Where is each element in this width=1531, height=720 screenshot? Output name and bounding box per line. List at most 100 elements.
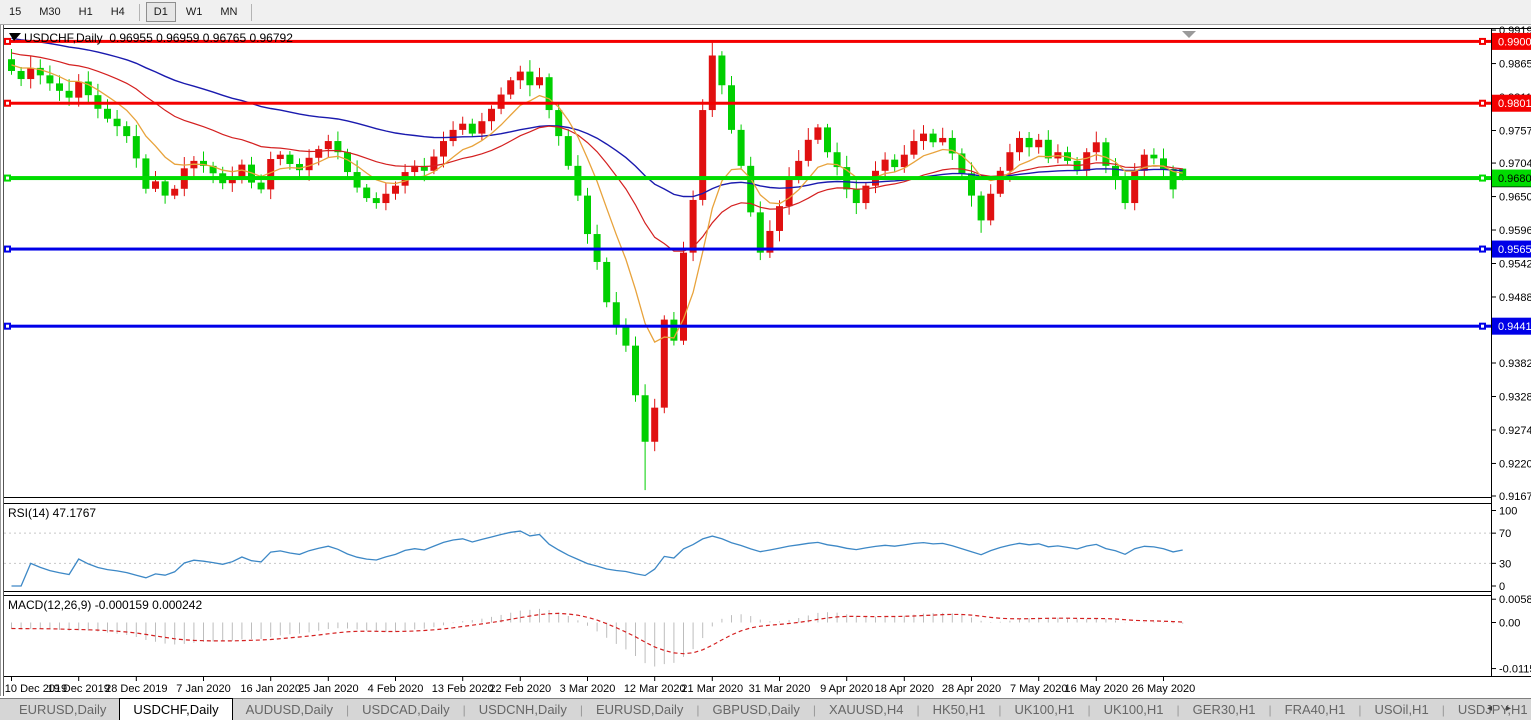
line-handle-center — [1481, 40, 1484, 43]
tab-usdchf-daily[interactable]: USDCHF,Daily — [119, 698, 232, 720]
candle-body — [104, 109, 111, 119]
ma-fast-line — [12, 65, 1183, 342]
tab-xauusd-h4[interactable]: XAUUSD,H4 — [816, 700, 916, 720]
candle-body — [459, 124, 466, 130]
toolbar-separator — [139, 4, 140, 21]
candle-body — [306, 158, 313, 170]
tab-ger30-h1[interactable]: GER30,H1 — [1180, 700, 1269, 720]
price-level-badge-label: 0.96803 — [1498, 173, 1531, 185]
candle-body — [939, 138, 946, 142]
tab-eurusd-daily[interactable]: EURUSD,Daily — [6, 700, 119, 720]
horizontal-line-object[interactable] — [4, 102, 1491, 105]
date-axis-label: 26 May 2020 — [1132, 683, 1196, 695]
candle-body — [478, 121, 485, 133]
line-handle-center — [1481, 325, 1484, 328]
macd-indicator-label: MACD(12,26,9) -0.000159 0.000242 — [8, 598, 202, 612]
candle-body — [123, 126, 130, 136]
timeframe-button-15[interactable]: 15 — [1, 2, 29, 22]
price-axis-label: 0.98650 — [1499, 59, 1531, 71]
candle-body — [1016, 138, 1023, 152]
candle-body — [1006, 152, 1013, 171]
tab-scroll-controls: ◂▸ — [1487, 703, 1525, 714]
candle-body — [469, 124, 476, 134]
candle-body — [75, 82, 82, 98]
timeframe-button-mn[interactable]: MN — [212, 2, 245, 22]
ma-mid-line — [12, 53, 1183, 251]
candle-body — [978, 196, 985, 221]
tab-audusd-daily[interactable]: AUDUSD,Daily — [233, 700, 346, 720]
date-axis-label: 28 Apr 2020 — [942, 683, 1001, 695]
tabs-scroll-left-icon[interactable]: ◂ — [1487, 703, 1506, 714]
candle-body — [373, 198, 380, 203]
tab-usdcad-daily[interactable]: USDCAD,Daily — [349, 700, 462, 720]
tab-hk50-h1[interactable]: HK50,H1 — [920, 700, 999, 720]
date-axis-label: 7 Jan 2020 — [176, 683, 230, 695]
line-handle-center — [1481, 248, 1484, 251]
candle-body — [1083, 152, 1090, 171]
candle-body — [901, 155, 908, 167]
tabs-scroll-right-icon[interactable]: ▸ — [1506, 703, 1525, 714]
candle-body — [882, 160, 889, 171]
candle-body — [1045, 140, 1052, 159]
candle-body — [738, 130, 745, 166]
terminal-window: 15M30H1H4D1W1MN 0.991900.986500.981100.9… — [0, 0, 1531, 720]
candle-body — [546, 77, 553, 110]
date-axis-label: 22 Feb 2020 — [489, 683, 551, 695]
price-axis-label: 0.97570 — [1499, 126, 1531, 138]
candle-body — [536, 77, 543, 85]
date-axis-label: 16 Jan 2020 — [240, 683, 301, 695]
candle-body — [776, 206, 783, 231]
candle-body — [997, 171, 1004, 194]
candle-body — [555, 110, 562, 136]
chart-surface[interactable]: 0.991900.986500.981100.975700.970450.965… — [0, 25, 1531, 720]
tab-uk100-h1[interactable]: UK100,H1 — [1091, 700, 1177, 720]
timeframe-button-h4[interactable]: H4 — [103, 2, 133, 22]
rsi-axis-label: 100 — [1499, 506, 1517, 518]
timeframe-button-m30[interactable]: M30 — [31, 2, 68, 22]
candle-body — [450, 130, 457, 141]
date-axis-label: 9 Apr 2020 — [820, 683, 873, 695]
timeframe-button-h1[interactable]: H1 — [71, 2, 101, 22]
macd-axis-label: 0.005818 — [1499, 594, 1531, 606]
tab-fra40-h1[interactable]: FRA40,H1 — [1272, 700, 1359, 720]
candle-body — [258, 183, 265, 190]
date-axis-label: 19 Dec 2019 — [48, 683, 110, 695]
tab-usoil-h1[interactable]: USOil,H1 — [1362, 700, 1442, 720]
rsi-axis-label: 70 — [1499, 528, 1511, 540]
candle-body — [133, 136, 140, 158]
price-axis-label: 0.94885 — [1499, 292, 1531, 304]
candle-body — [315, 149, 322, 158]
tab-uk100-h1[interactable]: UK100,H1 — [1001, 700, 1087, 720]
horizontal-line-object[interactable] — [4, 176, 1491, 180]
candle-body — [814, 127, 821, 139]
candle-body — [613, 302, 620, 327]
date-axis-label: 16 May 2020 — [1064, 683, 1128, 695]
candle-body — [853, 189, 860, 203]
horizontal-line-object[interactable] — [4, 248, 1491, 251]
price-axis-label: 0.95965 — [1499, 225, 1531, 237]
candle-body — [603, 262, 610, 302]
candle-body — [1150, 155, 1157, 159]
date-axis-label: 4 Feb 2020 — [368, 683, 424, 695]
price-axis-label: 0.92200 — [1499, 458, 1531, 470]
candle-body — [910, 141, 917, 155]
candle-body — [392, 186, 399, 194]
timeframe-button-w1[interactable]: W1 — [178, 2, 211, 22]
tab-gbpusd-daily[interactable]: GBPUSD,Daily — [699, 700, 812, 720]
candle-body — [1122, 179, 1129, 203]
line-handle-center — [6, 40, 9, 43]
candle-body — [498, 95, 505, 109]
rsi-axis-label: 0 — [1499, 581, 1505, 593]
tab-eurusd-daily[interactable]: EURUSD,Daily — [583, 700, 696, 720]
line-handle-center — [6, 102, 9, 105]
horizontal-line-object[interactable] — [4, 325, 1491, 328]
candle-body — [584, 196, 591, 234]
candle-body — [382, 194, 389, 203]
timeframe-button-d1[interactable]: D1 — [146, 2, 176, 22]
candle-body — [277, 155, 284, 159]
shift-marker-icon — [1182, 31, 1196, 38]
tab-usdcnh-daily[interactable]: USDCNH,Daily — [466, 700, 580, 720]
chart-symbol-label: USDCHF,Daily — [24, 31, 103, 45]
date-axis-label: 13 Feb 2020 — [432, 683, 494, 695]
candle-body — [66, 91, 73, 98]
